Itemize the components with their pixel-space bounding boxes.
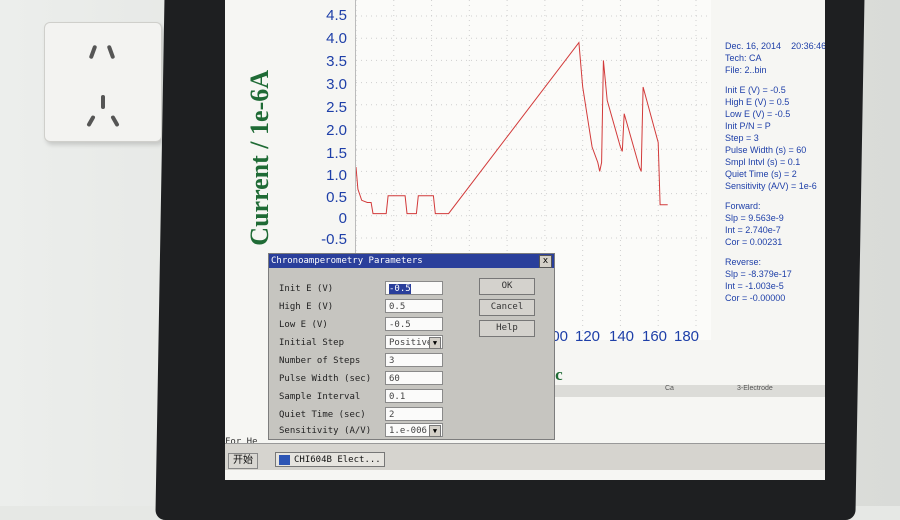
taskbar-app-button[interactable]: CHI604B Elect... [275, 452, 385, 467]
app-icon [279, 455, 290, 465]
init-e-input[interactable]: -0.5 [385, 281, 443, 295]
initial-step-label: Initial Step [279, 338, 345, 348]
forward-value: Slp = 9.563e-9 [725, 213, 784, 223]
x-tick-label: 160 [642, 328, 668, 345]
y-tick-label: 3.5 [326, 53, 347, 70]
info-param: Step = 3 [725, 133, 759, 143]
sensitivity-label: Sensitivity (A/V) [279, 426, 372, 436]
x-tick-label: 140 [609, 328, 635, 345]
current-trace-line [356, 41, 668, 215]
sample-interval-input[interactable]: 0.1 [385, 389, 443, 403]
y-tick-label: 4.0 [326, 30, 347, 47]
info-date: Dec. 16, 2014 [725, 41, 782, 51]
y-tick-label: 3.0 [326, 76, 347, 93]
info-param: Pulse Width (s) = 60 [725, 145, 807, 155]
ok-button[interactable]: OK [479, 278, 535, 295]
start-button[interactable]: 开始 [228, 453, 258, 469]
info-param: Init E (V) = -0.5 [725, 85, 786, 95]
y-tick-label: 0.5 [326, 189, 347, 206]
info-time: 20:36:46 [791, 41, 825, 51]
y-tick-label: 1.5 [326, 145, 347, 162]
high-e-input[interactable]: 0.5 [385, 299, 443, 313]
info-param: Low E (V) = -0.5 [725, 109, 791, 119]
wall-outlet [44, 22, 162, 142]
low-e-input[interactable]: -0.5 [385, 317, 443, 331]
info-date-line: Dec. 16, 2014 20:36:46 [725, 40, 825, 52]
dropdown-arrow-icon[interactable]: ▼ [429, 425, 441, 437]
y-tick-label: -0.5 [321, 231, 347, 248]
taskbar: 开始 CHI604B Elect... [225, 443, 825, 470]
number-of-steps-label: Number of Steps [279, 356, 361, 366]
sample-interval-label: Sample Interval [279, 392, 361, 402]
y-tick-label: 1.0 [326, 167, 347, 184]
high-e-label: High E (V) [279, 302, 334, 312]
number-of-steps-input[interactable]: 3 [385, 353, 443, 367]
x-tick-label: 180 [674, 328, 700, 345]
y-tick-label: 2.0 [326, 122, 347, 139]
info-param: Quiet Time (s) = 2 [725, 169, 797, 179]
y-tick-label: 2.5 [326, 99, 347, 116]
forward-value: Cor = 0.00231 [725, 237, 783, 247]
reverse-value: Cor = -0.00000 [725, 293, 786, 303]
info-param: Smpl Intvl (s) = 0.1 [725, 157, 801, 167]
experiment-info-panel: Dec. 16, 2014 20:36:46 Tech: CA File: 2.… [725, 40, 825, 304]
help-button[interactable]: Help [479, 320, 535, 337]
forward-value: Int = 2.740e-7 [725, 225, 781, 235]
pulse-width-label: Pulse Width (sec) [279, 374, 372, 384]
status-mode: Ca [665, 385, 674, 392]
info-param: High E (V) = 0.5 [725, 97, 790, 107]
dialog-titlebar[interactable]: Chronoamperometry Parameters x [269, 254, 554, 268]
low-e-label: Low E (V) [279, 320, 328, 330]
reverse-title: Reverse: [725, 257, 762, 267]
reverse-value: Slp = -8.379e-17 [725, 269, 792, 279]
info-file: File: 2..bin [725, 65, 767, 75]
init-e-label: Init E (V) [279, 284, 334, 294]
reverse-value: Int = -1.003e-5 [725, 281, 784, 291]
cancel-button[interactable]: Cancel [479, 299, 535, 316]
info-param: Sensitivity (A/V) = 1e-6 [725, 181, 817, 191]
pulse-width-input[interactable]: 60 [385, 371, 443, 385]
y-tick-label: 0 [338, 210, 347, 227]
monitor-screen: Current / 1e-6A 4.5 4.0 3.5 3.0 2.5 2.0 … [225, 0, 825, 480]
status-electrode: 3-Electrode [737, 385, 773, 392]
quiet-time-input[interactable]: 2 [385, 407, 443, 421]
dialog-title: Chronoamperometry Parameters [271, 256, 423, 266]
status-bar: Ca 3-Electrode [555, 385, 825, 397]
quiet-time-label: Quiet Time (sec) [279, 410, 366, 420]
dropdown-arrow-icon[interactable]: ▼ [429, 337, 441, 349]
chronoamperometry-dialog: Chronoamperometry Parameters x Init E (V… [268, 253, 555, 440]
sensitivity-select[interactable]: 1.e-006 ▼ [385, 423, 443, 437]
initial-step-select[interactable]: Positive ▼ [385, 335, 443, 349]
forward-title: Forward: [725, 201, 761, 211]
x-tick-label: 120 [575, 328, 601, 345]
y-tick-label: 4.5 [326, 7, 347, 24]
info-param: Init P/N = P [725, 121, 771, 131]
info-tech: Tech: CA [725, 53, 762, 63]
close-button[interactable]: x [539, 255, 552, 268]
